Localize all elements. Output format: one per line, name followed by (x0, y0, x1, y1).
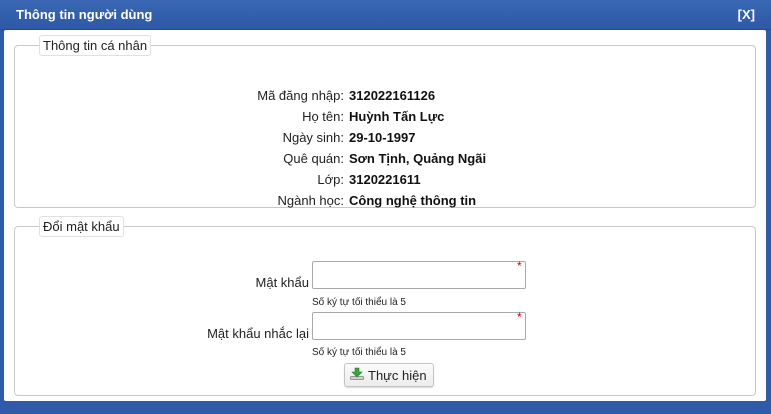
confirm-password-hint: Số ký tự tối thiểu là 5 (312, 347, 406, 358)
dialog-content: Thông tin cá nhân Mã đăng nhập: 31202216… (4, 30, 766, 401)
close-button[interactable]: [X] (738, 7, 755, 22)
personal-info-section: Thông tin cá nhân Mã đăng nhập: 31202216… (14, 35, 756, 208)
confirm-password-required-mark: * (517, 310, 522, 324)
change-password-legend: Đổi mật khẩu (39, 216, 124, 237)
class-label: Lớp: (317, 172, 344, 187)
download-arrow-icon (349, 367, 365, 384)
fullname-label: Họ tên: (302, 109, 344, 124)
birthdate-value: 29-10-1997 (349, 130, 416, 145)
new-password-required-mark: * (517, 259, 522, 273)
dialog-title: Thông tin người dùng (16, 7, 153, 22)
username-label: Mã đăng nhập: (257, 88, 344, 103)
confirm-password-label: Mật khẩu nhắc lại (207, 326, 309, 341)
major-label: Ngành học: (277, 193, 345, 208)
confirm-password-input[interactable] (312, 312, 526, 340)
personal-info-legend: Thông tin cá nhân (39, 35, 152, 56)
major-value: Công nghệ thông tin (349, 193, 477, 208)
submit-button[interactable]: Thực hiện (344, 363, 434, 387)
dialog-titlebar: Thông tin người dùng [X] (0, 0, 771, 30)
user-info-dialog: Thông tin người dùng [X] Thông tin cá nh… (0, 0, 771, 414)
username-value: 312022161126 (349, 88, 436, 103)
change-password-section: Đổi mật khẩu Mật khẩu * Số ký tự tối thi… (14, 216, 756, 396)
hometown-value: Sơn Tịnh, Quảng Ngãi (349, 151, 487, 166)
class-value: 3120221611 (349, 172, 421, 187)
new-password-label: Mật khẩu (255, 275, 309, 290)
hometown-label: Quê quán: (283, 151, 344, 166)
new-password-input[interactable] (312, 261, 526, 289)
new-password-hint: Số ký tự tối thiểu là 5 (312, 297, 406, 308)
submit-button-label: Thực hiện (368, 367, 427, 383)
fullname-value: Huỳnh Tấn Lực (349, 109, 445, 124)
birthdate-label: Ngày sinh: (282, 130, 344, 145)
